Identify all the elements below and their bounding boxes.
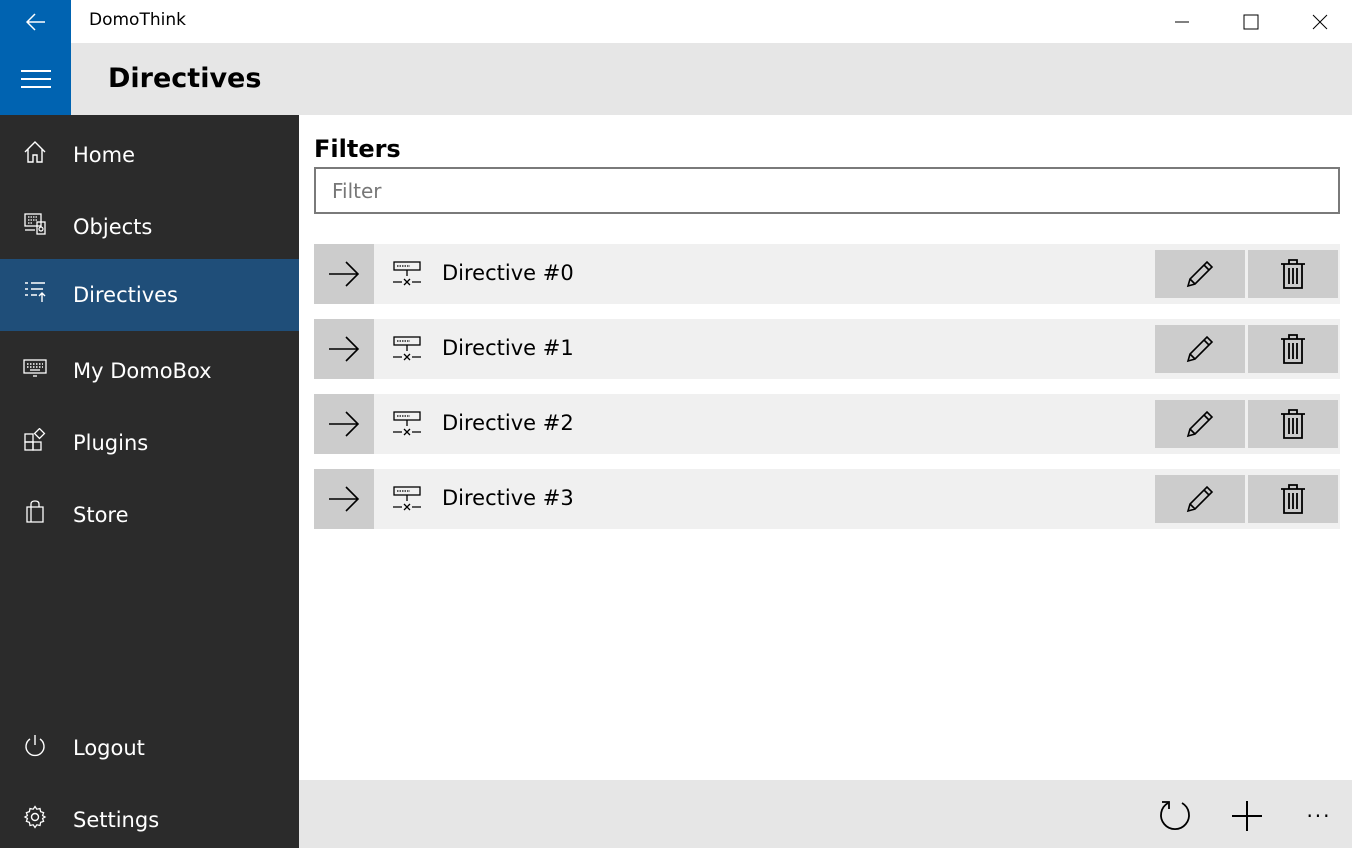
add-icon [1232, 801, 1262, 831]
trash-icon [1281, 259, 1305, 289]
directive-type-icon [393, 261, 421, 286]
refresh-button[interactable] [1153, 794, 1197, 838]
edit-directive-button[interactable] [1155, 250, 1245, 298]
app-title: DomoThink [89, 10, 186, 30]
open-directive-button[interactable] [314, 469, 374, 529]
command-bar: ··· [299, 780, 1352, 848]
sidebar-item-my-domobox[interactable]: My DomoBox [0, 335, 299, 407]
open-directive-button[interactable] [314, 319, 374, 379]
hamburger-icon [20, 70, 51, 88]
arrow-right-icon [329, 411, 360, 437]
minimize-button[interactable] [1147, 0, 1216, 43]
add-directive-button[interactable] [1225, 794, 1269, 838]
close-button[interactable] [1285, 0, 1352, 43]
sidebar-item-label: My DomoBox [73, 359, 212, 383]
trash-icon [1281, 334, 1305, 364]
directive-row: Directive #3 [314, 469, 1340, 529]
pencil-icon [1186, 410, 1214, 438]
arrow-right-icon [329, 261, 360, 287]
maximize-button[interactable] [1216, 0, 1285, 43]
close-icon [1312, 14, 1327, 29]
filters-title: Filters [314, 135, 401, 163]
plugins-icon [23, 428, 45, 451]
refresh-icon [1160, 801, 1190, 831]
directive-type-icon [393, 486, 421, 511]
sidebar-item-directives[interactable]: Directives [0, 259, 299, 331]
directive-label: Directive #0 [442, 261, 574, 285]
sidebar-item-home[interactable]: Home [0, 119, 299, 191]
delete-directive-button[interactable] [1248, 250, 1338, 298]
arrow-right-icon [329, 486, 360, 512]
sidebar-item-label: Logout [73, 736, 145, 760]
sidebar-item-label: Home [73, 143, 136, 167]
sidebar-item-objects[interactable]: Objects [0, 191, 299, 263]
sidebar-item-plugins[interactable]: Plugins [0, 407, 299, 479]
pencil-icon [1186, 335, 1214, 363]
directive-row: Directive #1 [314, 319, 1340, 379]
sidebar-item-label: Directives [73, 283, 178, 307]
app-window: DomoThink Directives Home Objects Direct… [0, 0, 1352, 848]
back-arrow-icon [25, 12, 45, 31]
trash-icon [1281, 409, 1305, 439]
more-icon: ··· [1306, 804, 1332, 828]
more-options-button[interactable]: ··· [1297, 794, 1341, 838]
delete-directive-button[interactable] [1248, 325, 1338, 373]
sidebar: Home Objects Directives My DomoBox Plugi… [0, 115, 299, 848]
keyboard-icon [22, 359, 47, 377]
directive-label: Directive #1 [442, 336, 574, 360]
sidebar-item-label: Settings [73, 808, 160, 832]
edit-directive-button[interactable] [1155, 475, 1245, 523]
store-bag-icon [25, 500, 44, 523]
page-title: Directives [108, 63, 262, 94]
pencil-icon [1186, 260, 1214, 288]
maximize-icon [1243, 14, 1258, 29]
back-button[interactable] [0, 0, 71, 43]
directive-type-icon [393, 336, 421, 361]
directive-row: Directive #2 [314, 394, 1340, 454]
open-directive-button[interactable] [314, 394, 374, 454]
sidebar-item-settings[interactable]: Settings [0, 784, 299, 848]
directive-type-icon [393, 411, 421, 436]
sidebar-item-label: Store [73, 503, 129, 527]
power-icon [24, 735, 45, 757]
edit-directive-button[interactable] [1155, 400, 1245, 448]
delete-directive-button[interactable] [1248, 400, 1338, 448]
sidebar-item-label: Objects [73, 215, 153, 239]
delete-directive-button[interactable] [1248, 475, 1338, 523]
minimize-icon [1174, 21, 1189, 22]
main-content: Filters Directive #0 [299, 115, 1352, 780]
filter-input[interactable] [314, 167, 1340, 214]
hamburger-button[interactable] [0, 43, 71, 115]
title-bar: DomoThink [0, 0, 1352, 43]
directive-row: Directive #0 [314, 244, 1340, 304]
sidebar-item-store[interactable]: Store [0, 479, 299, 551]
sidebar-item-logout[interactable]: Logout [0, 712, 299, 784]
pencil-icon [1186, 485, 1214, 513]
trash-icon [1281, 484, 1305, 514]
objects-icon [23, 213, 46, 235]
directive-label: Directive #3 [442, 486, 574, 510]
open-directive-button[interactable] [314, 244, 374, 304]
home-icon [24, 141, 45, 163]
arrow-right-icon [329, 336, 360, 362]
page-header: Directives [0, 43, 1352, 115]
gear-icon [23, 805, 46, 829]
directive-label: Directive #2 [442, 411, 574, 435]
directives-icon [24, 282, 45, 302]
sidebar-item-label: Plugins [73, 431, 149, 455]
edit-directive-button[interactable] [1155, 325, 1245, 373]
